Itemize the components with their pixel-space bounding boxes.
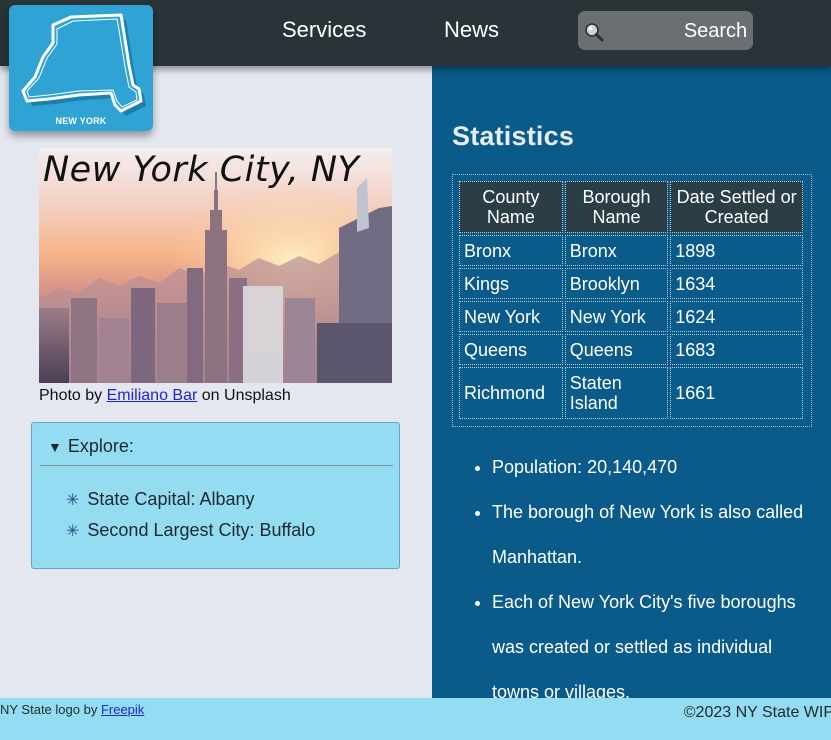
table-cell-county: New York (459, 301, 563, 332)
table-cell-borough: Bronx (564, 235, 669, 266)
explore-item-label: Second Largest City: Buffalo (87, 520, 316, 540)
fact-item: The borough of New York is also called M… (492, 490, 807, 580)
statistics-table: County Name Borough Name Date Settled or… (457, 179, 805, 421)
table-cell-borough: Brooklyn (564, 268, 669, 299)
nav-link-services[interactable]: Services (282, 17, 366, 43)
photo-credit-author-link[interactable]: Emiliano Bar (107, 387, 198, 404)
statistics-table-wrapper: County Name Borough Name Date Settled or… (452, 174, 812, 427)
photo-credit-prefix: Photo by (39, 387, 103, 404)
photo-credit-suffix: on Unsplash (201, 387, 291, 404)
table-header-borough: Borough Name (564, 181, 669, 233)
triangle-down-icon: ▼ (48, 439, 62, 455)
table-row: New York New York 1624 (459, 301, 803, 332)
page-footer: NY State logo by Freepik ©2023 NY State … (0, 698, 831, 740)
nyc-skyline-photo: New York City, NY (39, 148, 392, 383)
explore-summary-toggle[interactable]: ▼ Explore: (48, 436, 134, 457)
ny-state-logo[interactable]: NEW YORK (9, 5, 153, 131)
photo-credit: Photo by Emiliano Bar on Unsplash (39, 387, 291, 405)
logo-text: NEW YORK (55, 116, 107, 126)
footer-credit-prefix: NY State logo by (0, 702, 98, 717)
explore-details: ▼ Explore: ✳ State Capital: Albany ✳ Second… (31, 422, 400, 569)
fact-item: Population: 20,140,470 (492, 445, 807, 490)
explore-divider (40, 465, 393, 466)
table-row: Richmond Staten Island 1661 (459, 367, 803, 419)
table-cell-county: Bronx (459, 235, 563, 266)
table-header-date: Date Settled or Created (670, 181, 803, 233)
photo-title: New York City, NY (43, 150, 360, 190)
star-bullet-icon: ✳ (66, 492, 80, 509)
table-cell-borough: Staten Island (564, 367, 669, 419)
search-button[interactable]: Search (678, 11, 753, 50)
explore-summary-label: Explore: (67, 436, 134, 456)
table-cell-borough: New York (564, 301, 669, 332)
table-cell-borough: Queens (564, 334, 669, 365)
search-input[interactable] (578, 11, 678, 50)
table-row: Queens Queens 1683 (459, 334, 803, 365)
table-cell-date: 1683 (670, 334, 803, 365)
ny-state-map-icon (21, 13, 146, 116)
table-header-county: County Name (459, 181, 563, 233)
table-row: Bronx Bronx 1898 (459, 235, 803, 266)
table-cell-county: Queens (459, 334, 563, 365)
explore-item-label: State Capital: Albany (87, 489, 255, 509)
footer-freepik-link[interactable]: Freepik (101, 702, 144, 717)
nav-link-news[interactable]: News (444, 17, 499, 43)
statistics-panel: Statistics County Name Borough Name Date… (432, 66, 831, 698)
explore-list: ✳ State Capital: Albany ✳ Second Largest C… (66, 489, 315, 551)
table-cell-date: 1898 (670, 235, 803, 266)
footer-copyright: ©2023 NY State WIP (683, 704, 831, 721)
footer-logo-credit: NY State logo by Freepik (0, 702, 144, 717)
table-cell-county: Kings (459, 268, 563, 299)
facts-list: Population: 20,140,470 The borough of Ne… (472, 445, 807, 698)
table-cell-county: Richmond (459, 367, 563, 419)
star-bullet-icon: ✳ (66, 523, 80, 540)
statistics-heading: Statistics (452, 121, 575, 151)
table-cell-date: 1634 (670, 268, 803, 299)
fact-item: Each of New York City's five boroughs wa… (492, 580, 807, 698)
explore-list-item: ✳ State Capital: Albany (66, 489, 315, 520)
explore-list-item: ✳ Second Largest City: Buffalo (66, 520, 315, 551)
table-header-row: County Name Borough Name Date Settled or… (459, 181, 803, 233)
table-cell-date: 1624 (670, 301, 803, 332)
table-row: Kings Brooklyn 1634 (459, 268, 803, 299)
table-cell-date: 1661 (670, 367, 803, 419)
search-bar: Search (578, 11, 753, 50)
